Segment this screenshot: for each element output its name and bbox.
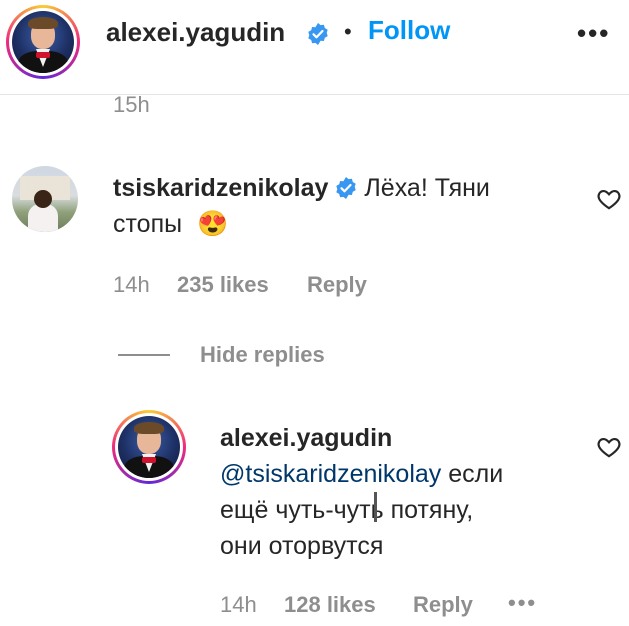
commenter-username[interactable]: tsiskaridzenikolay (113, 174, 328, 202)
comment-reply-button[interactable]: Reply (307, 272, 367, 298)
more-icon[interactable]: ••• (577, 18, 610, 49)
previous-comment-time[interactable]: 15h (113, 92, 150, 118)
reply-reply-button[interactable]: Reply (413, 592, 473, 618)
hide-replies-button[interactable]: Hide replies (200, 342, 325, 368)
avatar-person-body (28, 204, 58, 232)
reply-avatar[interactable] (112, 410, 186, 484)
avatar-hair (28, 17, 58, 29)
avatar-hair (134, 422, 164, 434)
header-username[interactable]: alexei.yagudin (106, 17, 285, 48)
verified-icon (336, 177, 357, 199)
reply-mention[interactable]: @tsiskaridzenikolay (220, 460, 441, 488)
reply-text-line3: они оторвутся (220, 532, 384, 560)
comment-text: Лёха! Тяни (364, 174, 490, 202)
text-cursor (374, 492, 377, 522)
hide-replies-line (118, 354, 170, 356)
verified-icon (308, 23, 328, 45)
post-header (0, 0, 629, 95)
header-avatar[interactable] (6, 5, 80, 79)
reply-text-line2: ещё чуть-чуть потяну, (220, 496, 474, 524)
avatar-bow-tie (36, 52, 50, 58)
avatar-gap (9, 8, 77, 76)
heart-eyes-emoji: 😍 (197, 210, 229, 238)
avatar-person-head (34, 190, 52, 208)
reply-text-line1: если (441, 460, 504, 488)
reply-time[interactable]: 14h (220, 592, 257, 618)
heart-icon[interactable] (596, 186, 622, 212)
commenter-avatar[interactable] (12, 166, 78, 232)
avatar-photo (12, 11, 74, 73)
reply-likes[interactable]: 128 likes (284, 592, 376, 618)
follow-button[interactable]: Follow (368, 15, 450, 46)
reply-more-icon[interactable]: ••• (508, 590, 537, 616)
reply-body: alexei.yagudin @tsiskaridzenikolay если … (220, 420, 590, 564)
heart-icon[interactable] (596, 434, 622, 460)
avatar-bow-tie (142, 457, 156, 463)
comment-likes[interactable]: 235 likes (177, 272, 269, 298)
comment-time[interactable]: 14h (113, 272, 150, 298)
avatar-photo (118, 416, 180, 478)
avatar-gap (115, 413, 183, 481)
comment-body: tsiskaridzenikolay Лёха! Тяни стопы 😍 (113, 170, 583, 242)
reply-username[interactable]: alexei.yagudin (220, 424, 392, 452)
header-separator: • (344, 19, 352, 44)
comment-text-line2: стопы (113, 210, 183, 238)
